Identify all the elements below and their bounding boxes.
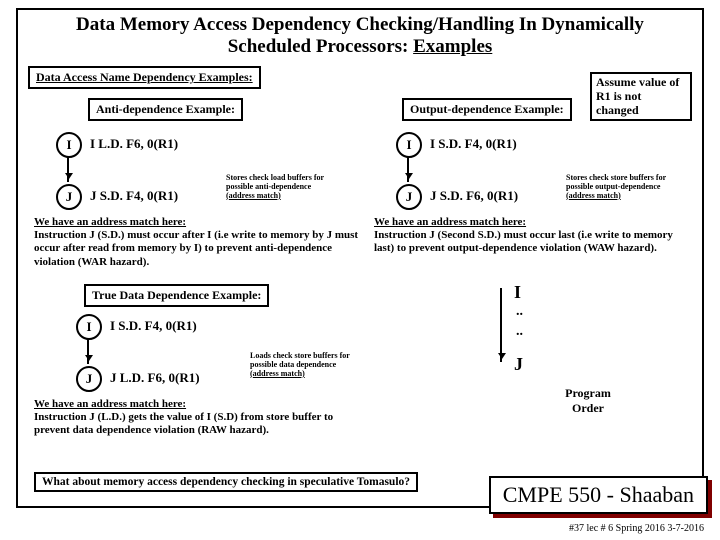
anti-note2: (address match)	[226, 191, 281, 200]
out-region: Output-dependence Example: I I S.D. F4, …	[368, 88, 698, 278]
true-para-u: We have an address match here:	[34, 398, 186, 410]
node-J: J	[56, 184, 82, 210]
po-arrow	[500, 288, 502, 362]
out-note: Stores check store buffers for possible …	[566, 174, 676, 200]
true-label: True Data Dependence Example:	[84, 284, 269, 307]
po-J: J	[514, 354, 523, 375]
po-dots2: ..	[516, 324, 523, 340]
true-I-instr: I S.D. F4, 0(R1)	[110, 318, 197, 334]
subhead-name-dep: Data Access Name Dependency Examples:	[28, 66, 261, 89]
node-J-out: J	[396, 184, 422, 210]
arrow-IJ-out	[407, 156, 409, 182]
out-label: Output-dependence Example:	[402, 98, 572, 121]
true-region: True Data Dependence Example: I I S.D. F…	[28, 280, 388, 480]
out-J-instr: J S.D. F6, 0(R1)	[430, 188, 518, 204]
out-para-u: We have an address match here:	[374, 216, 526, 228]
node-I: I	[56, 132, 82, 158]
title-line1: Data Memory Access Dependency Checking/H…	[76, 14, 644, 35]
true-note1: Loads check store buffers for possible d…	[250, 351, 350, 369]
out-para: We have an address match here: Instructi…	[374, 216, 690, 256]
anti-note: Stores check load buffers for possible a…	[226, 174, 336, 200]
out-note2: (address match)	[566, 191, 621, 200]
true-para: We have an address match here: Instructi…	[34, 398, 354, 438]
anti-para-body: Instruction J (S.D.) must occur after I …	[34, 229, 358, 267]
true-para-body: Instruction J (L.D.) gets the value of I…	[34, 411, 333, 436]
po-dots1: ..	[516, 304, 523, 320]
anti-para-u: We have an address match here:	[34, 216, 186, 228]
node-I-true: I	[76, 314, 102, 340]
anti-J-instr: J S.D. F4, 0(R1)	[90, 188, 178, 204]
out-I-instr: I S.D. F4, 0(R1)	[430, 136, 517, 152]
anti-para: We have an address match here: Instructi…	[34, 216, 364, 269]
question-box: What about memory access dependency chec…	[34, 472, 418, 492]
out-para-body: Instruction J (Second S.D.) must occur l…	[374, 229, 673, 254]
page-title: Data Memory Access Dependency Checking/H…	[28, 14, 692, 58]
progorder-region: I .. .. J Program Order	[494, 282, 694, 442]
title-line2b: Examples	[413, 36, 492, 57]
po-label: Program Order	[558, 386, 618, 416]
node-I-out: I	[396, 132, 422, 158]
footer: #37 lec # 6 Spring 2016 3-7-2016	[569, 523, 704, 534]
course-tag: CMPE 550 - Shaaban	[489, 476, 708, 514]
out-note1: Stores check store buffers for possible …	[566, 173, 666, 191]
anti-region: Anti-dependence Example: I I L.D. F6, 0(…	[28, 88, 358, 278]
true-note2: (address match)	[250, 369, 305, 378]
title-line2a: Scheduled Processors:	[228, 36, 413, 57]
arrow-IJ	[67, 156, 69, 182]
anti-I-instr: I L.D. F6, 0(R1)	[90, 136, 178, 152]
true-J-instr: J L.D. F6, 0(R1)	[110, 370, 200, 386]
po-I: I	[514, 282, 521, 303]
anti-note1: Stores check load buffers for possible a…	[226, 173, 324, 191]
arrow-IJ-true	[87, 338, 89, 364]
true-note: Loads check store buffers for possible d…	[250, 352, 360, 378]
anti-label: Anti-dependence Example:	[88, 98, 243, 121]
node-J-true: J	[76, 366, 102, 392]
